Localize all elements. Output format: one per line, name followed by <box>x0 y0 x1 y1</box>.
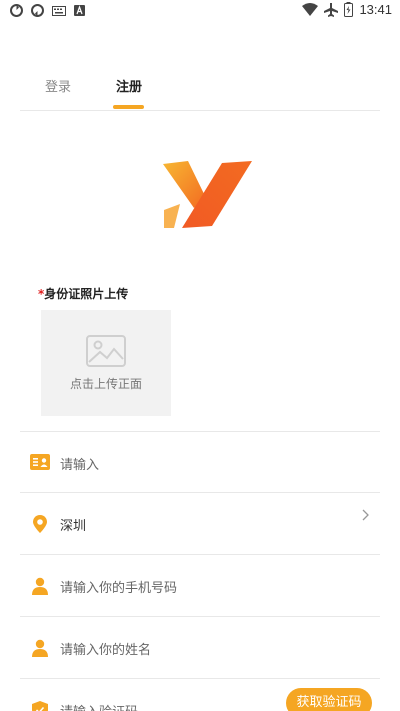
tab-login[interactable]: 登录 <box>45 76 71 95</box>
sync-icon-2 <box>31 4 44 17</box>
tab-register[interactable]: 注册 <box>116 76 142 95</box>
city-row[interactable]: 深圳 <box>20 492 380 554</box>
sync-icon <box>10 4 23 17</box>
status-left-icons <box>10 4 85 17</box>
id-photo-label: *身份证照片上传 <box>38 285 128 302</box>
airplane-icon <box>324 2 339 17</box>
tab-active-indicator <box>113 105 144 109</box>
image-placeholder-icon <box>86 335 126 367</box>
id-number-input[interactable]: 请输入 <box>60 454 99 473</box>
user-icon <box>32 577 48 595</box>
user-icon-2 <box>32 639 48 657</box>
get-code-button[interactable]: 获取验证码 <box>286 688 372 711</box>
name-input[interactable]: 请输入你的姓名 <box>60 639 151 658</box>
phone-input[interactable]: 请输入你的手机号码 <box>60 577 177 596</box>
status-bar: 13:41 <box>0 0 400 22</box>
keyboard-icon <box>52 5 66 16</box>
id-number-row[interactable]: 请输入 <box>20 431 380 493</box>
id-card-icon <box>30 454 50 470</box>
verification-code-input[interactable]: 请输入验证码 <box>60 701 138 711</box>
status-time: 13:41 <box>359 2 392 17</box>
auth-tabs: 登录 注册 <box>20 74 380 111</box>
shield-check-icon <box>32 701 48 711</box>
phone-row[interactable]: 请输入你的手机号码 <box>20 554 380 616</box>
battery-icon <box>344 2 354 17</box>
city-value: 深圳 <box>60 519 87 534</box>
verification-code-row[interactable]: 请输入验证码 获取验证码 <box>20 678 380 711</box>
status-right-icons: 13:41 <box>302 2 392 17</box>
upload-front-text: 点击上传正面 <box>69 377 142 391</box>
name-row[interactable]: 请输入你的姓名 <box>20 616 380 678</box>
id-photo-label-text: 身份证照片上传 <box>44 287 129 301</box>
text-a-icon <box>74 5 85 16</box>
location-pin-icon <box>33 515 47 533</box>
app-logo <box>163 161 252 228</box>
id-front-upload[interactable]: 点击上传正面 <box>41 310 171 416</box>
wifi-icon <box>302 3 319 16</box>
chevron-right-icon <box>362 509 369 521</box>
